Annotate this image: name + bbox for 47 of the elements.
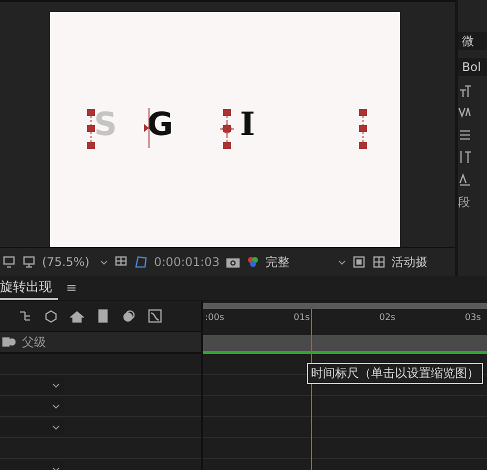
film-icon[interactable] bbox=[96, 309, 110, 323]
ruler-label: 02s bbox=[379, 313, 396, 325]
display-icon[interactable] bbox=[2, 255, 16, 269]
ruler-label: 03s bbox=[464, 313, 481, 325]
cursor-line-icon bbox=[143, 108, 151, 148]
cube-icon[interactable] bbox=[44, 309, 58, 323]
graph-editor-icon[interactable] bbox=[148, 309, 162, 323]
text-layer[interactable]: I bbox=[240, 108, 255, 140]
leading-icon[interactable] bbox=[458, 150, 472, 164]
selection-handles[interactable] bbox=[86, 109, 96, 149]
color-channels-icon[interactable] bbox=[246, 255, 260, 269]
selection-handles[interactable] bbox=[222, 109, 232, 149]
column-header[interactable]: 父级 bbox=[22, 334, 46, 350]
font-style-field[interactable]: Bol bbox=[458, 58, 487, 76]
zoom-dropdown[interactable]: (75.5%) bbox=[42, 255, 108, 269]
work-area-bar[interactable] bbox=[203, 335, 487, 354]
composition-tab[interactable]: 旋转出现 bbox=[0, 276, 58, 300]
mask-icon[interactable] bbox=[134, 255, 148, 269]
selection-handles[interactable] bbox=[358, 109, 368, 149]
chevron-down-icon bbox=[52, 466, 60, 470]
chevron-down-icon bbox=[52, 404, 60, 408]
region-icon[interactable] bbox=[352, 255, 366, 269]
ruler-label: :00s bbox=[205, 313, 224, 325]
chevron-down-icon bbox=[52, 424, 60, 430]
layers-icon[interactable] bbox=[122, 309, 136, 323]
transparency-grid-icon[interactable] bbox=[372, 255, 386, 269]
chevron-down-icon bbox=[338, 260, 346, 264]
ruler-label: 01s bbox=[294, 313, 310, 325]
font-family-field[interactable]: 微 bbox=[458, 32, 487, 50]
resolution-dropdown[interactable]: 完整 bbox=[266, 254, 346, 270]
chevron-down-icon bbox=[100, 260, 108, 264]
font-size-icon[interactable] bbox=[458, 84, 472, 98]
hierarchy-icon[interactable] bbox=[18, 309, 32, 323]
anchor-point-icon[interactable] bbox=[220, 122, 234, 136]
panel-menu-icon[interactable]: ≡ bbox=[66, 280, 77, 296]
paragraph-align-icon[interactable] bbox=[458, 128, 472, 142]
tooltip: 时间标尺（单击以设置缩览图） bbox=[307, 363, 483, 384]
timecode[interactable]: 0:00:01:03 bbox=[154, 255, 220, 269]
time-ruler[interactable]: :00s 01s 02s 03s bbox=[203, 309, 487, 335]
chevron-down-icon bbox=[52, 382, 60, 388]
zoom-scrollbar[interactable] bbox=[203, 303, 487, 309]
kerning-icon[interactable] bbox=[458, 106, 472, 120]
text-layer[interactable]: G bbox=[147, 108, 174, 140]
monitor-icon[interactable] bbox=[22, 255, 36, 269]
camera-view-dropdown[interactable]: 活动摄 bbox=[392, 254, 428, 270]
baseline-shift-icon[interactable] bbox=[458, 172, 472, 186]
panel-heading[interactable]: 段 bbox=[458, 194, 487, 211]
